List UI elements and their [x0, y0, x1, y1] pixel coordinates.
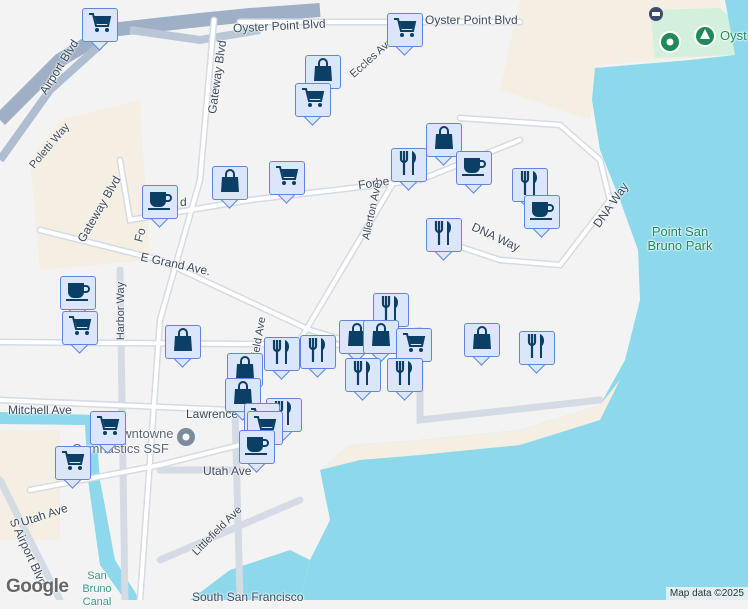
shopping-cart-icon — [88, 12, 112, 39]
shopping-cart-icon — [393, 17, 417, 44]
street-label: d — [180, 195, 187, 209]
marker-box — [142, 185, 178, 219]
restaurant-icon — [308, 337, 328, 368]
restaurant-icon — [434, 220, 454, 251]
shopping-bag-icon — [471, 325, 493, 355]
map-attribution[interactable]: Map data ©2025 — [665, 587, 748, 600]
shopping-cart-icon — [61, 450, 85, 477]
shopping-cart-icon — [275, 165, 299, 192]
shopping-bag-icon — [433, 125, 455, 155]
coffee-cup-icon — [529, 199, 555, 226]
marker-box — [519, 331, 555, 365]
map-marker-cup[interactable] — [456, 151, 492, 197]
marker-box — [363, 320, 399, 354]
map-marker-fork[interactable] — [300, 335, 336, 381]
map-marker-cart[interactable] — [62, 311, 98, 357]
shopping-bag-icon — [370, 322, 392, 352]
marker-box — [239, 430, 275, 464]
marker-box — [82, 8, 118, 42]
coffee-cup-icon — [244, 434, 270, 461]
map-marker-bag[interactable] — [464, 323, 500, 369]
map-marker-cup[interactable] — [142, 185, 178, 231]
marker-box — [426, 218, 462, 252]
marker-box — [60, 276, 96, 310]
marker-box — [300, 335, 336, 369]
tree-icon[interactable] — [694, 25, 716, 47]
shopping-cart-icon — [402, 332, 426, 359]
map-marker-cup[interactable] — [524, 195, 560, 241]
marker-box — [387, 13, 423, 47]
marker-box — [524, 195, 560, 229]
map-marker-cart[interactable] — [55, 446, 91, 492]
map-marker-fork[interactable] — [426, 218, 462, 264]
park-label[interactable]: Point San Bruno Park — [640, 225, 720, 253]
street-label: Oyster Point Blvd — [425, 13, 518, 27]
google-logo: Google — [6, 576, 69, 597]
shopping-bag-icon — [172, 327, 194, 357]
map-marker-cart[interactable] — [82, 8, 118, 54]
marker-box — [396, 328, 432, 362]
street-label: Harbor Way — [115, 281, 128, 341]
map-marker-cart[interactable] — [90, 411, 126, 457]
restaurant-icon — [272, 339, 292, 370]
restaurant-icon — [399, 150, 419, 181]
park-label[interactable]: Oyst — [720, 28, 747, 43]
shopping-bag-icon — [219, 168, 241, 198]
park-pin[interactable] — [659, 31, 681, 53]
map-marker-cart[interactable] — [295, 83, 331, 129]
map-marker-cart[interactable] — [269, 161, 305, 207]
marker-box — [62, 311, 98, 345]
map-marker-fork[interactable] — [345, 358, 381, 404]
map-marker-bag[interactable] — [212, 166, 248, 212]
street-label: Mitchell Ave — [8, 403, 72, 417]
map-marker-fork[interactable] — [391, 148, 427, 194]
map-marker-fork[interactable] — [264, 337, 300, 383]
restaurant-icon — [527, 333, 547, 364]
shopping-cart-icon — [96, 415, 120, 442]
marker-box — [90, 411, 126, 445]
marker-box — [345, 358, 381, 392]
gym-poi-pin[interactable] — [177, 428, 195, 446]
marker-box — [295, 83, 331, 117]
marker-box — [456, 151, 492, 185]
canal-label: San Bruno Canal — [82, 570, 112, 608]
ferry-label: South San Francisco — [192, 590, 304, 604]
restaurant-icon — [395, 360, 415, 391]
marker-box — [387, 358, 423, 392]
map-marker-fork[interactable] — [387, 358, 423, 404]
map-marker-cart[interactable] — [387, 13, 423, 59]
marker-box — [165, 325, 201, 359]
marker-box — [55, 446, 91, 480]
marker-box — [464, 323, 500, 357]
coffee-cup-icon — [65, 280, 91, 307]
coffee-cup-icon — [461, 155, 487, 182]
coffee-cup-icon — [147, 189, 173, 216]
marker-box — [212, 166, 248, 200]
marker-box — [391, 148, 427, 182]
marker-box — [264, 337, 300, 371]
shopping-cart-icon — [301, 87, 325, 114]
ferry-icon[interactable] — [649, 7, 663, 21]
shopping-cart-icon — [68, 315, 92, 342]
marker-box — [269, 161, 305, 195]
map-marker-fork[interactable] — [519, 331, 555, 377]
map-marker-bag[interactable] — [165, 325, 201, 371]
map-marker-cup[interactable] — [239, 430, 275, 476]
restaurant-icon — [353, 360, 373, 391]
